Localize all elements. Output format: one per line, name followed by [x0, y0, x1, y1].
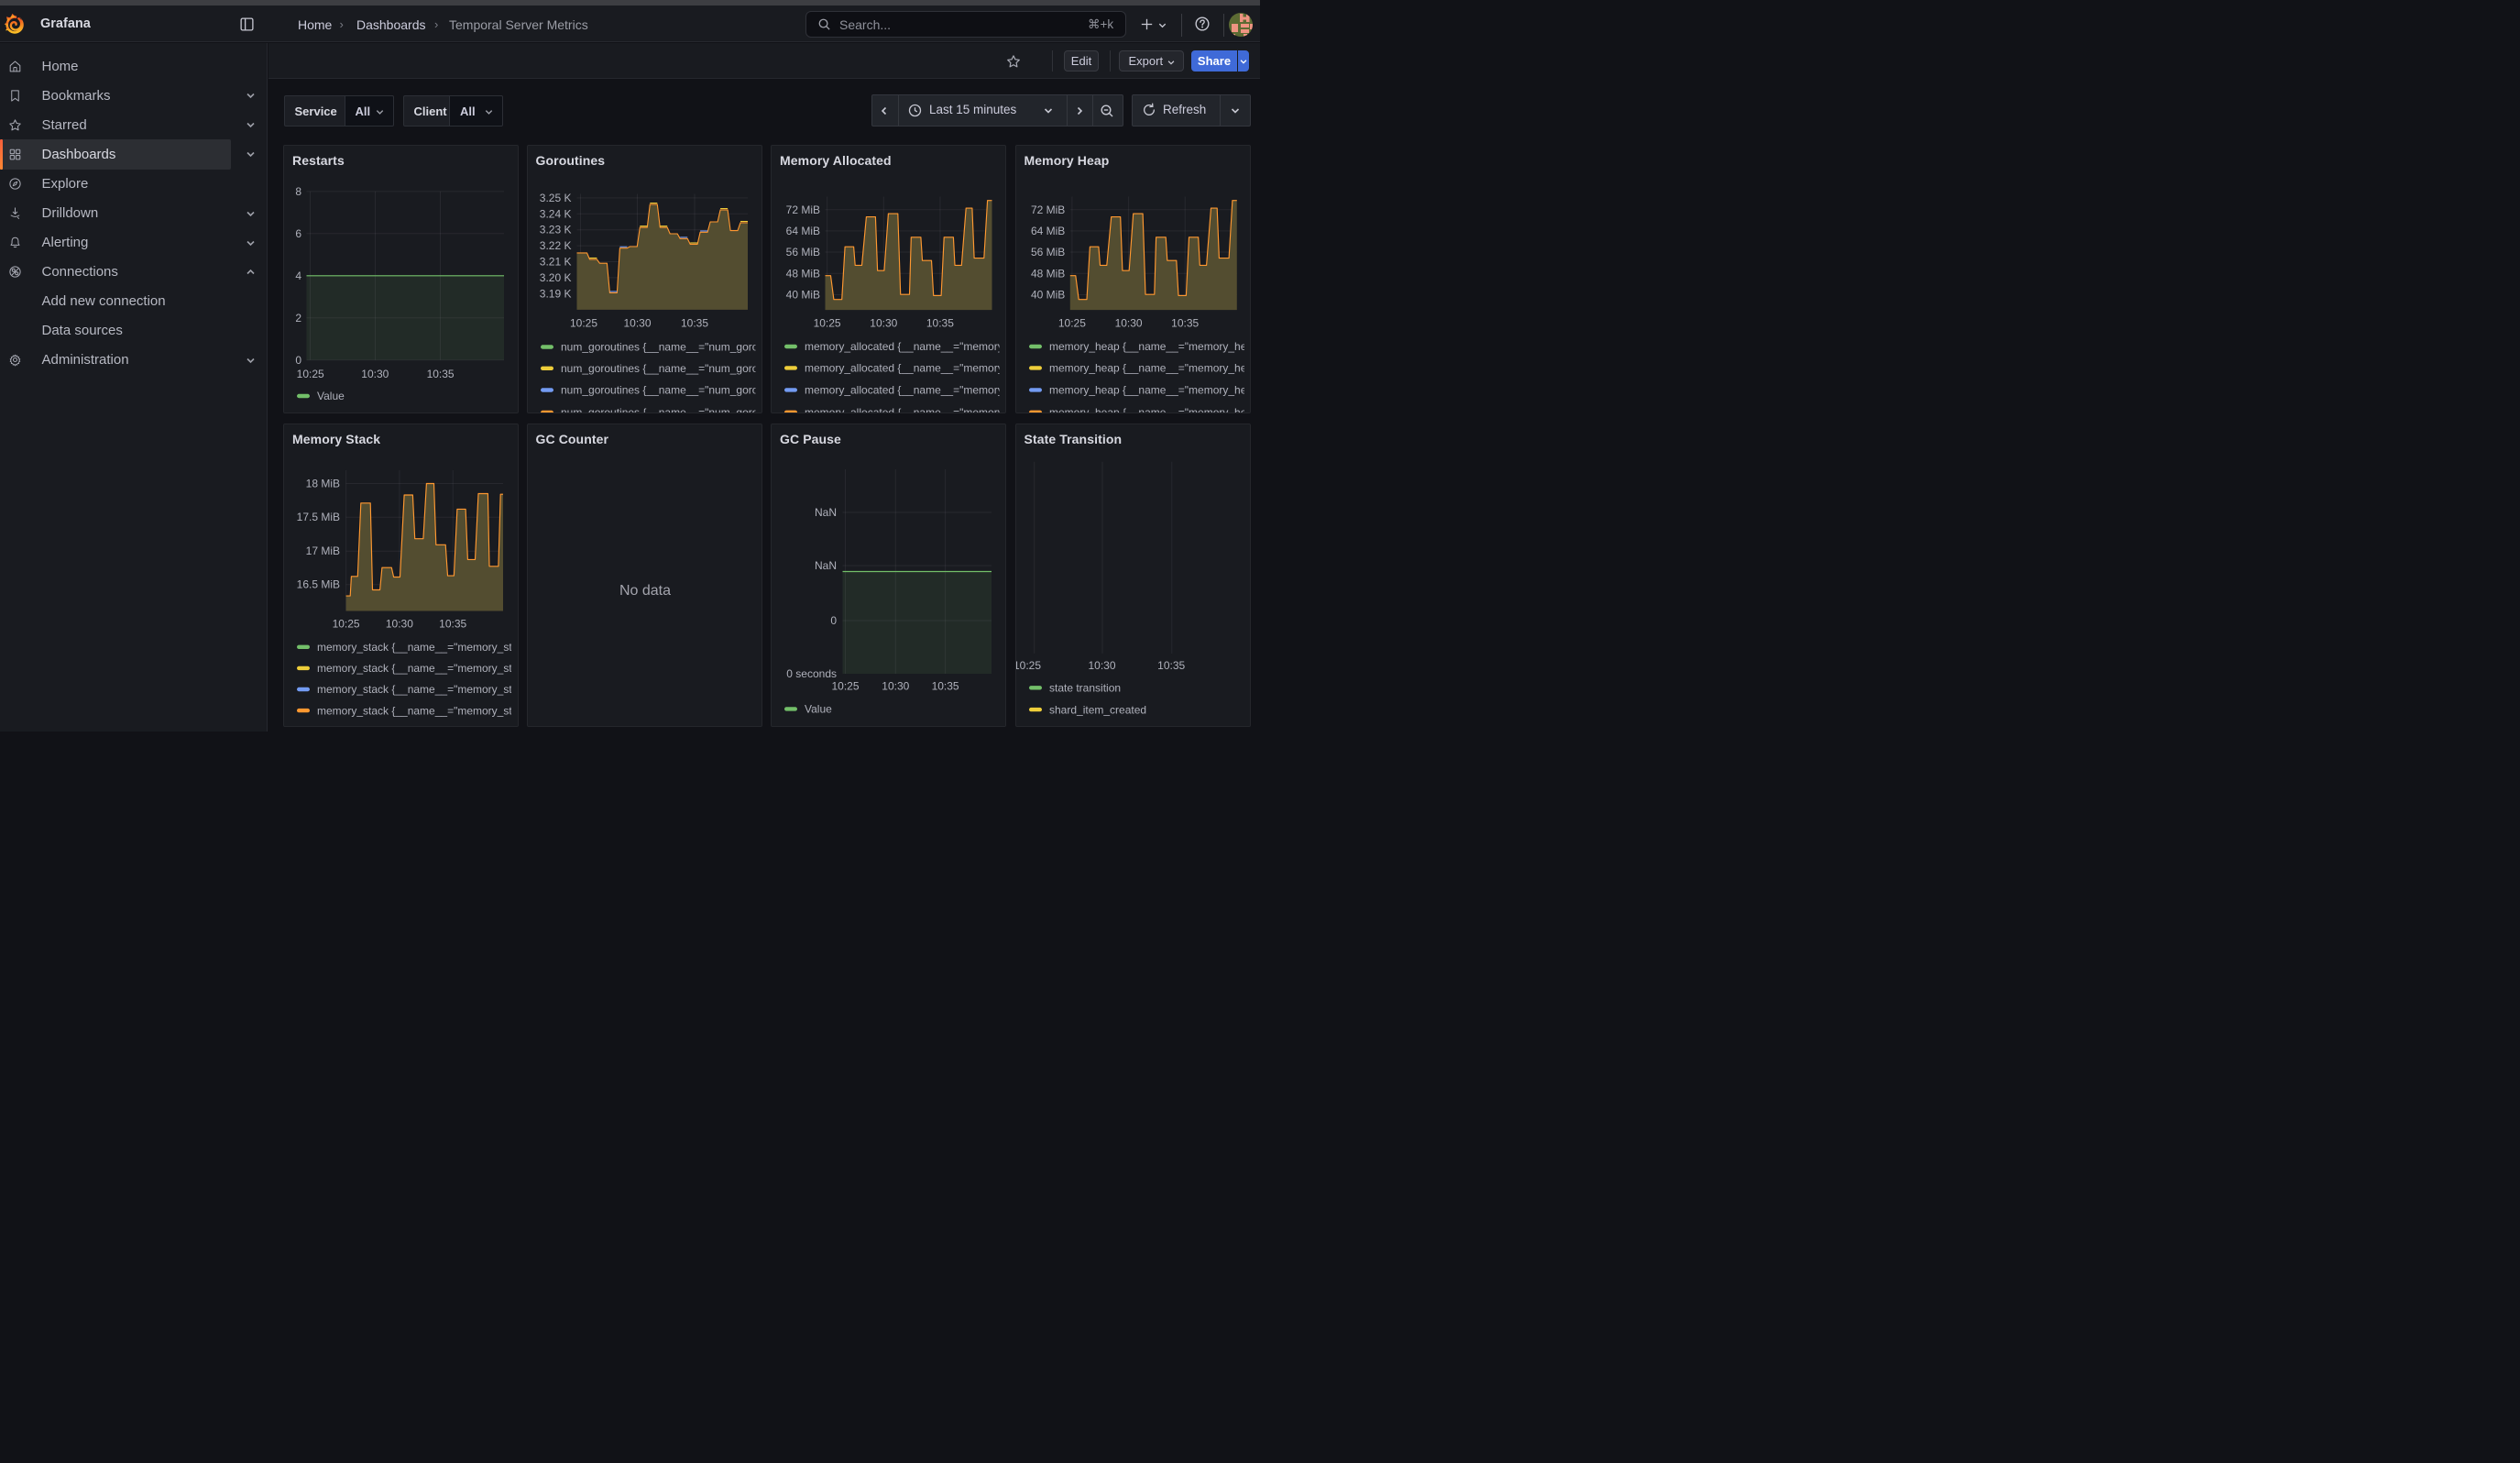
svg-text:6: 6 [295, 226, 301, 239]
svg-text:shard_item_created: shard_item_created [1049, 703, 1146, 716]
svg-text:memory_heap {__name__="memory_: memory_heap {__name__="memory_heap", ser… [1049, 383, 1252, 396]
svg-text:0 seconds: 0 seconds [786, 667, 837, 680]
svg-text:64 MiB: 64 MiB [1030, 224, 1064, 236]
svg-text:memory_allocated {__name__="me: memory_allocated {__name__="memory_alloc… [805, 361, 1006, 374]
svg-text:10:30: 10:30 [882, 680, 909, 693]
svg-text:10:25: 10:25 [814, 316, 841, 329]
svg-text:memory_heap {__name__="memory_: memory_heap {__name__="memory_heap", ser… [1049, 361, 1252, 374]
svg-text:10:35: 10:35 [680, 316, 707, 329]
svg-text:memory_stack {__name__="memory: memory_stack {__name__="memory_stack", s… [317, 683, 519, 696]
svg-text:10:35: 10:35 [439, 617, 466, 630]
svg-text:0: 0 [295, 353, 301, 366]
svg-text:num_goroutines {__name__="num_: num_goroutines {__name__="num_goroutines… [561, 340, 762, 353]
svg-text:memory_heap {__name__="memory_: memory_heap {__name__="memory_heap", ser… [1049, 406, 1252, 414]
svg-text:48 MiB: 48 MiB [786, 267, 820, 280]
svg-text:40 MiB: 40 MiB [1030, 288, 1064, 301]
svg-text:memory_heap {__name__="memory_: memory_heap {__name__="memory_heap", ser… [1049, 340, 1252, 353]
svg-text:72 MiB: 72 MiB [1030, 203, 1064, 215]
svg-text:Value: Value [317, 390, 345, 402]
svg-text:10:30: 10:30 [1114, 316, 1142, 329]
svg-text:Value: Value [805, 703, 832, 716]
svg-text:memory_allocated {__name__="me: memory_allocated {__name__="memory_alloc… [805, 406, 1006, 414]
svg-text:56 MiB: 56 MiB [786, 246, 820, 258]
svg-text:10:25: 10:25 [333, 617, 360, 630]
svg-text:10:25: 10:25 [1057, 316, 1085, 329]
svg-text:3.24 K: 3.24 K [539, 207, 571, 220]
svg-text:17.5 MiB: 17.5 MiB [297, 511, 340, 523]
svg-text:16.5 MiB: 16.5 MiB [297, 578, 340, 591]
svg-text:10:30: 10:30 [870, 316, 897, 329]
svg-text:state transition: state transition [1049, 682, 1121, 695]
svg-text:10:30: 10:30 [1088, 659, 1115, 672]
svg-text:48 MiB: 48 MiB [1030, 267, 1064, 280]
svg-text:8: 8 [295, 184, 301, 197]
svg-text:3.19 K: 3.19 K [539, 287, 571, 300]
svg-text:NaN: NaN [815, 506, 837, 519]
svg-text:10:35: 10:35 [427, 368, 455, 380]
svg-text:3.20 K: 3.20 K [539, 270, 571, 283]
svg-text:num_goroutines {__name__="num_: num_goroutines {__name__="num_goroutines… [561, 406, 762, 413]
svg-text:10:35: 10:35 [1157, 659, 1185, 672]
svg-text:10:30: 10:30 [623, 316, 651, 329]
svg-text:10:25: 10:25 [297, 368, 324, 380]
svg-text:17 MiB: 17 MiB [306, 544, 340, 557]
svg-text:memory_allocated {__name__="me: memory_allocated {__name__="memory_alloc… [805, 340, 1006, 353]
svg-text:memory_stack {__name__="memory: memory_stack {__name__="memory_stack", s… [317, 704, 519, 717]
svg-text:NaN: NaN [815, 559, 837, 572]
svg-text:10:25: 10:25 [569, 316, 597, 329]
svg-text:72 MiB: 72 MiB [786, 203, 820, 215]
svg-text:10:35: 10:35 [932, 680, 959, 693]
svg-text:0: 0 [830, 614, 837, 627]
svg-text:2: 2 [295, 311, 301, 324]
svg-text:40 MiB: 40 MiB [786, 288, 820, 301]
svg-text:10:35: 10:35 [926, 316, 954, 329]
svg-text:3.21 K: 3.21 K [539, 255, 571, 268]
svg-text:10:35: 10:35 [1171, 316, 1199, 329]
svg-text:10:30: 10:30 [386, 617, 413, 630]
svg-text:10:25: 10:25 [1016, 659, 1041, 672]
svg-text:num_goroutines {__name__="num_: num_goroutines {__name__="num_goroutines… [561, 362, 762, 375]
svg-text:3.23 K: 3.23 K [539, 223, 571, 236]
svg-text:64 MiB: 64 MiB [786, 224, 820, 236]
svg-text:3.22 K: 3.22 K [539, 239, 571, 252]
svg-text:memory_stack {__name__="memory: memory_stack {__name__="memory_stack", s… [317, 662, 519, 675]
svg-text:4: 4 [295, 269, 301, 281]
svg-text:18 MiB: 18 MiB [306, 478, 340, 490]
svg-text:memory_stack {__name__="memory: memory_stack {__name__="memory_stack", s… [317, 641, 519, 654]
svg-text:10:25: 10:25 [831, 680, 859, 693]
svg-text:num_goroutines {__name__="num_: num_goroutines {__name__="num_goroutines… [561, 383, 762, 396]
svg-text:10:30: 10:30 [361, 368, 389, 380]
svg-text:3.25 K: 3.25 K [539, 191, 571, 204]
svg-text:56 MiB: 56 MiB [1030, 246, 1064, 258]
svg-text:memory_allocated {__name__="me: memory_allocated {__name__="memory_alloc… [805, 383, 1006, 396]
